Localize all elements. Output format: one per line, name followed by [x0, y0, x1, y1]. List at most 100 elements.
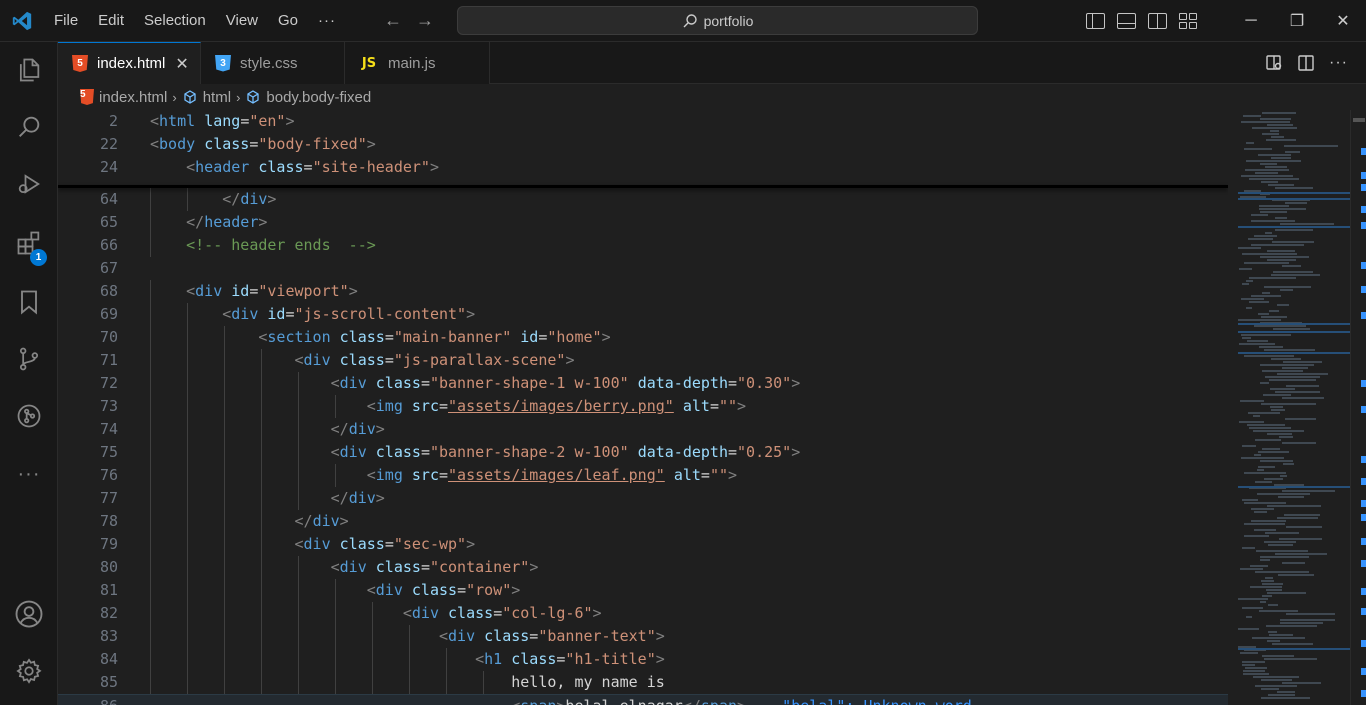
explorer-icon[interactable]	[0, 47, 58, 93]
more-actions-icon[interactable]: ···	[1329, 54, 1348, 72]
code-text: </div>	[150, 418, 385, 441]
breadcrumb-file[interactable]: index.html	[99, 89, 167, 106]
code-line[interactable]: 77 </div>	[58, 487, 1228, 510]
minimap-line	[1272, 241, 1314, 243]
minimap-line	[1260, 256, 1309, 258]
menu-item[interactable]: File	[44, 0, 88, 42]
code-token: img	[375, 397, 403, 415]
tab-main-js[interactable]: JS main.js	[345, 42, 490, 84]
close-window-button[interactable]: ✕	[1320, 0, 1366, 42]
code-editor[interactable]: 2 <html lang="en"> 22 <body class="body-fix…	[58, 110, 1228, 705]
code-line[interactable]: 82 <div class="col-lg-6">	[58, 602, 1228, 625]
code-text: </div>	[150, 188, 276, 211]
code-line[interactable]: 79 <div class="sec-wp">	[58, 533, 1228, 556]
menu-item[interactable]: Edit	[88, 0, 134, 42]
menu-item[interactable]: View	[216, 0, 268, 42]
restore-button[interactable]: ❐	[1274, 0, 1320, 42]
minimap-line	[1280, 619, 1335, 621]
toggle-primary-sidebar-icon[interactable]	[1086, 13, 1105, 29]
settings-gear-icon[interactable]	[0, 648, 58, 694]
editor-scrollbar[interactable]	[1350, 110, 1366, 705]
toggle-panel-icon[interactable]	[1117, 13, 1136, 29]
breadcrumb-html[interactable]: html	[203, 89, 231, 106]
code-line[interactable]: 24 <header class="site-header">	[58, 156, 1228, 179]
extensions-icon[interactable]: 1	[0, 220, 58, 266]
code-line[interactable]: 81 <div class="row">	[58, 579, 1228, 602]
menu-item[interactable]: Selection	[134, 0, 216, 42]
code-line[interactable]: 67	[58, 257, 1228, 280]
title-bar: File Edit Selection View Go ··· ← → portfolio…	[0, 0, 1366, 42]
tab-index-html[interactable]: 5 index.html ✕	[58, 42, 201, 84]
code-line[interactable]: 74 </div>	[58, 418, 1228, 441]
code-token: "container"	[429, 558, 530, 576]
close-tab-icon[interactable]: ✕	[175, 54, 188, 74]
tab-style-css[interactable]: 3 style.css	[201, 42, 345, 84]
code-line[interactable]: 71 <div class="js-parallax-scene">	[58, 349, 1228, 372]
accounts-icon[interactable]	[0, 591, 58, 637]
forward-arrow-icon[interactable]: →	[416, 10, 434, 31]
code-token: >	[267, 190, 277, 208]
menu-item[interactable]: ···	[308, 0, 346, 42]
minimap-line	[1253, 676, 1299, 678]
minimap-line	[1265, 232, 1272, 234]
code-text: <div class="row">	[150, 579, 521, 602]
vscode-logo-icon	[0, 0, 44, 42]
open-preview-icon[interactable]	[1265, 54, 1283, 72]
command-center-search[interactable]: portfolio	[457, 6, 978, 35]
code-line[interactable]: 83 <div class="banner-text">	[58, 625, 1228, 648]
minimap-highlight	[1238, 486, 1350, 488]
minimap[interactable]	[1230, 110, 1350, 705]
code-line[interactable]: 66 <!-- header ends -->	[58, 234, 1228, 257]
minimap-line	[1259, 610, 1298, 612]
code-line[interactable]: 64 </div>	[58, 188, 1228, 211]
git-graph-icon[interactable]	[0, 393, 58, 439]
bookmarks-icon[interactable]	[0, 279, 58, 325]
code-token: =	[303, 158, 313, 176]
code-line[interactable]: 73 <img src="assets/images/berry.png" al…	[58, 395, 1228, 418]
code-line[interactable]: 69 <div id="js-scroll-content">	[58, 303, 1228, 326]
toggle-secondary-sidebar-icon[interactable]	[1148, 13, 1167, 29]
code-line[interactable]: 72 <div class="banner-shape-1 w-100" dat…	[58, 372, 1228, 395]
code-line[interactable]: 22 <body class="body-fixed">	[58, 133, 1228, 156]
scrollbar-thumb[interactable]	[1353, 118, 1365, 122]
minimap-line	[1271, 157, 1291, 159]
split-editor-icon[interactable]	[1297, 54, 1315, 72]
code-text: <div class="container">	[150, 556, 539, 579]
code-token: =	[493, 604, 503, 622]
minimap-line	[1238, 598, 1268, 600]
minimap-line	[1269, 634, 1293, 636]
code-line[interactable]: 75 <div class="banner-shape-2 w-100" dat…	[58, 441, 1228, 464]
code-token: div	[348, 420, 376, 438]
code-line[interactable]: 80 <div class="container">	[58, 556, 1228, 579]
minimap-line	[1253, 415, 1260, 417]
code-line[interactable]: 70 <section class="main-banner" id="home…	[58, 326, 1228, 349]
back-arrow-icon[interactable]: ←	[384, 10, 402, 31]
line-number: 69	[99, 305, 118, 323]
code-line[interactable]: 78 </div>	[58, 510, 1228, 533]
code-line[interactable]: 76 <img src="assets/images/leaf.png" alt…	[58, 464, 1228, 487]
run-and-debug-icon[interactable]	[0, 161, 58, 207]
code-line[interactable]: 84 <h1 class="h1-title">	[58, 648, 1228, 671]
minimize-button[interactable]: ─	[1228, 0, 1274, 42]
code-line[interactable]: 65 </header>	[58, 211, 1228, 234]
minimap-line	[1271, 274, 1320, 276]
code-line[interactable]: 85 hello, my name is	[58, 671, 1228, 694]
code-token: "sec-wp"	[393, 535, 467, 553]
symbol-element-icon	[247, 90, 260, 104]
search-icon[interactable]	[0, 104, 58, 150]
code-line[interactable]: 86 <span>belal elnagar</span> "belal": U…	[58, 694, 1228, 705]
more-views-icon[interactable]: ···	[0, 451, 58, 497]
customize-layout-icon[interactable]	[1179, 13, 1198, 29]
code-token: div	[339, 443, 367, 461]
code-line[interactable]: 2 <html lang="en">	[58, 110, 1228, 133]
source-control-icon[interactable]	[0, 336, 58, 382]
breadcrumb-body[interactable]: body.body-fixed	[266, 89, 371, 106]
code-line[interactable]: 68 <div id="viewport">	[58, 280, 1228, 303]
menu-item[interactable]: Go	[268, 0, 308, 42]
